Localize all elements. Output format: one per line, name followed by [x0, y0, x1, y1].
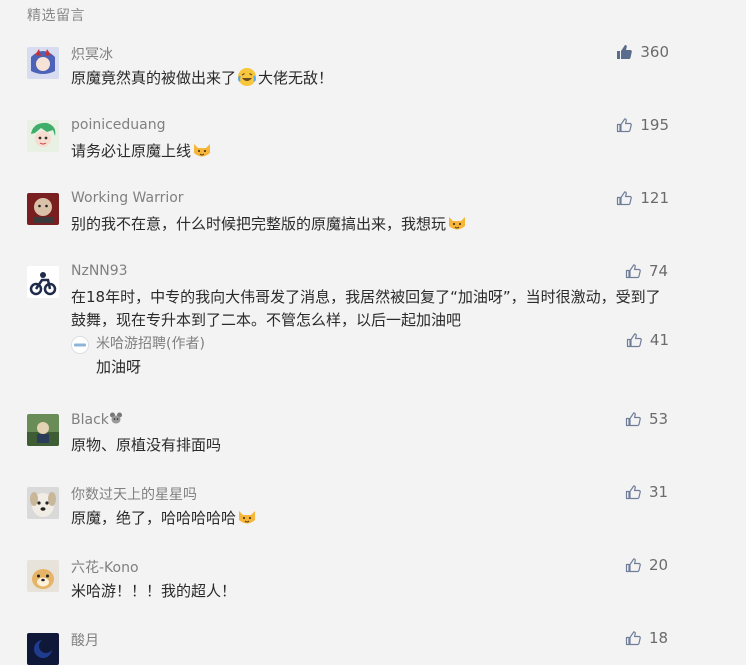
- like-count: 18: [649, 629, 669, 647]
- comment-text: 在18年时，中专的我向大伟哥发了消息，我居然被回复了“加油呀”，当时很激动，受到…: [71, 288, 661, 329]
- like-count: 121: [640, 189, 669, 207]
- avatar[interactable]: [27, 487, 59, 519]
- like-count: 360: [640, 43, 669, 61]
- cat-emoji-icon: [194, 144, 211, 157]
- avatar[interactable]: [27, 120, 59, 152]
- reply-like-button[interactable]: 41: [626, 331, 669, 349]
- like-button[interactable]: 360: [616, 43, 669, 61]
- section-title: 精选留言: [27, 8, 85, 24]
- author-name: 米哈游招聘(作者): [96, 336, 205, 352]
- like-button[interactable]: 31: [625, 483, 669, 501]
- comment-text: 原物、原植没有排面吗: [71, 436, 222, 454]
- like-count: 20: [649, 556, 669, 574]
- thumbs-up-filled-icon: [617, 45, 633, 59]
- like-count: 41: [649, 331, 669, 349]
- avatar[interactable]: [27, 560, 59, 592]
- laughing-tears-emoji-icon: [238, 68, 257, 86]
- thumbs-up-icon: [617, 118, 633, 133]
- avatar[interactable]: [27, 193, 59, 225]
- commenter-name: 你数过天上的星星吗: [71, 487, 197, 503]
- thumbs-up-icon: [625, 264, 641, 279]
- commenter-name: Black: [71, 411, 123, 428]
- author-avatar[interactable]: [71, 336, 89, 354]
- like-button[interactable]: 53: [625, 410, 669, 428]
- like-count: 31: [649, 483, 669, 501]
- commenter-name: 六花-Kono: [71, 560, 139, 576]
- commenter-name: Working Warrior: [71, 190, 184, 206]
- comment-text: 请务必让原魔上线: [71, 140, 666, 163]
- author-reply: 米哈游招聘(作者) 加油呀 41: [71, 331, 669, 388]
- thumbs-up-icon: [626, 333, 642, 348]
- comment-text: 别的我不在意，什么时候把完整版的原魔搞出来，我想玩: [71, 213, 666, 236]
- thumbs-up-icon: [617, 191, 633, 206]
- like-count: 53: [649, 410, 669, 428]
- thumbs-up-icon: [625, 485, 641, 500]
- like-button[interactable]: 121: [616, 189, 669, 207]
- cat-emoji-icon: [239, 511, 256, 524]
- avatar[interactable]: [27, 633, 59, 665]
- comment-text: 原魔竟然真的被做出来了 大佬无敌！: [71, 68, 334, 87]
- comment-text: 原魔，绝了，哈哈哈哈哈: [71, 507, 666, 530]
- mouse-emoji-icon: [109, 412, 122, 424]
- comment-text: 米哈游！！！我的超人！: [71, 582, 237, 600]
- like-button[interactable]: 20: [625, 556, 669, 574]
- reply-text: 加油呀: [96, 358, 142, 376]
- thumbs-up-icon: [625, 558, 641, 573]
- avatar[interactable]: [27, 414, 59, 446]
- avatar[interactable]: [27, 47, 59, 79]
- commenter-name: 炽冥冰: [71, 47, 113, 63]
- like-count: 74: [649, 262, 669, 280]
- like-button[interactable]: 18: [625, 629, 669, 647]
- avatar[interactable]: [27, 266, 59, 298]
- thumbs-up-icon: [625, 412, 641, 427]
- like-button[interactable]: 74: [625, 262, 669, 280]
- like-count: 195: [640, 116, 669, 134]
- commenter-name: NzNN93: [71, 263, 128, 279]
- thumbs-up-icon: [625, 631, 641, 646]
- commenter-name: poiniceduang: [71, 117, 166, 133]
- commenter-name: 酸月: [71, 633, 99, 649]
- like-button[interactable]: 195: [616, 116, 669, 134]
- cat-emoji-icon: [449, 217, 466, 230]
